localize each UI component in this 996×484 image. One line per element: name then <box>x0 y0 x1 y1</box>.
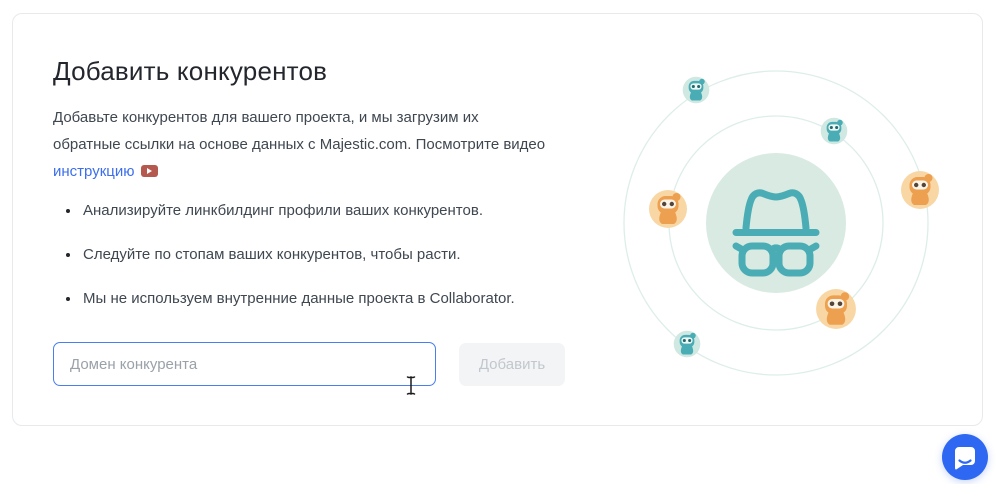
competitors-orbit-illustration <box>586 33 966 413</box>
list-item: Анализируйте линкбилдинг профили ваших к… <box>81 200 515 221</box>
video-instruction-link[interactable]: инструкцию <box>53 163 135 180</box>
robot-teal-icon <box>674 331 701 358</box>
description-line-3: инструкцию <box>53 158 545 185</box>
chat-launcher-button[interactable] <box>942 434 988 480</box>
benefits-list: Анализируйте линкбилдинг профили ваших к… <box>81 200 515 332</box>
description-line-2: обратные ссылки на основе данных с Majes… <box>53 131 545 158</box>
add-competitors-card: Добавить конкурентов Добавьте конкуренто… <box>12 13 983 426</box>
description-text: Добавьте конкурентов для вашего проекта,… <box>53 104 545 185</box>
competitor-domain-input[interactable] <box>53 342 436 386</box>
add-competitor-button[interactable]: Добавить <box>459 343 565 386</box>
robot-teal-icon <box>683 77 710 104</box>
page-title: Добавить конкурентов <box>53 56 327 87</box>
list-item: Мы не используем внутренние данные проек… <box>81 288 515 309</box>
youtube-play-icon[interactable] <box>141 165 158 177</box>
robot-orange-icon <box>901 171 939 209</box>
incognito-icon <box>706 153 846 293</box>
list-item: Следуйте по стопам ваших конкурентов, чт… <box>81 244 515 265</box>
robot-orange-icon <box>816 289 856 329</box>
robot-teal-icon <box>821 118 848 145</box>
robot-orange-icon <box>649 190 687 228</box>
chat-bubble-icon <box>952 444 978 470</box>
description-line-1: Добавьте конкурентов для вашего проекта,… <box>53 104 545 131</box>
add-competitor-form: Добавить <box>53 342 565 386</box>
